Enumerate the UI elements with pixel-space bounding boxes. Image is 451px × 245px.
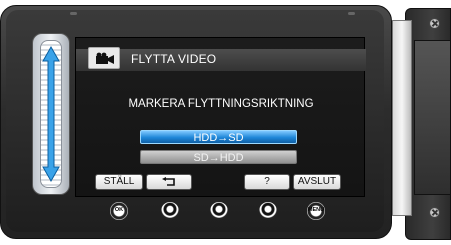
ok-hardware-button[interactable]: OK [110, 202, 128, 220]
option-sd-to-hdd[interactable]: SD→HDD [140, 150, 297, 164]
lcd-hinge [392, 20, 412, 216]
menu-label: MENU [307, 207, 325, 213]
screw-icon [429, 207, 440, 218]
hardware-button-4[interactable] [259, 202, 277, 220]
back-button[interactable] [146, 174, 192, 190]
touch-slider[interactable] [40, 40, 62, 188]
settings-button[interactable]: STÄLL [95, 174, 143, 190]
ok-label: OK [114, 207, 124, 213]
help-button[interactable]: ? [244, 174, 290, 190]
hardware-button-2[interactable] [161, 202, 179, 220]
exit-button[interactable]: AVSLUT [293, 174, 341, 190]
body-side-panel [414, 40, 451, 195]
bezel-mark-left [70, 12, 77, 15]
hardware-button-3[interactable] [210, 202, 228, 220]
bezel-mark-right [348, 12, 355, 15]
video-mode-indicator [88, 47, 120, 69]
screen-title: FLYTTA VIDEO [131, 52, 217, 66]
option-hdd-to-sd[interactable]: HDD→SD [140, 130, 297, 144]
return-arrow-icon [162, 177, 175, 186]
lcd-screen: FLYTTA VIDEO MARKERA FLYTTNINGSRIKTNING … [75, 37, 366, 197]
screw-icon [429, 18, 440, 29]
instruction-text: MARKERA FLYTTNINGSRIKTNING [128, 98, 314, 110]
video-camera-icon [96, 52, 114, 64]
up-down-arrow-icon [42, 45, 60, 183]
menu-hardware-button[interactable]: MENU [307, 202, 325, 220]
